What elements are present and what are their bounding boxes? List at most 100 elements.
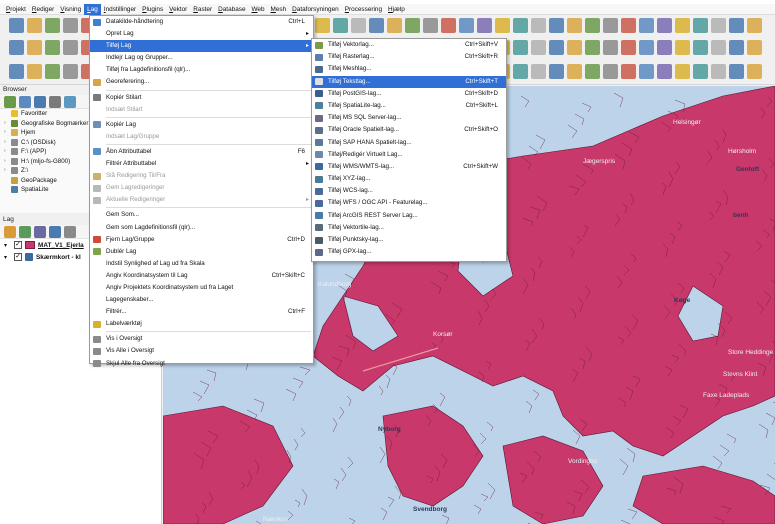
toolbar-button-icon[interactable] (585, 18, 600, 33)
menu-item[interactable]: Vis i Oversigt (90, 333, 313, 345)
toolbar-button-icon[interactable] (675, 64, 690, 79)
menu-1[interactable]: Rediger (29, 4, 57, 15)
toolbar-button-icon[interactable] (549, 64, 564, 79)
toolbar-button-icon[interactable] (459, 18, 474, 33)
layer-visibility-checkbox[interactable]: ✓ (14, 241, 22, 249)
toolbar-button-icon[interactable] (441, 18, 456, 33)
toolbar-button-icon[interactable] (531, 18, 546, 33)
menu-item[interactable]: Fjern Lag/Gruppe Ctrl+D (90, 234, 313, 246)
toolbar-button-icon[interactable] (693, 18, 708, 33)
toolbar-button-icon[interactable] (621, 64, 636, 79)
menu-item[interactable]: Filtrér... Ctrl+F (90, 306, 313, 318)
menu-item[interactable]: Dublér Lag (90, 246, 313, 258)
menu-0[interactable]: Projekt (3, 4, 29, 15)
toolbar-button-icon[interactable] (621, 40, 636, 55)
expand-arrow-icon[interactable]: › (4, 157, 11, 167)
toolbar-button-icon[interactable] (27, 64, 42, 79)
collapse-all-icon[interactable] (49, 96, 61, 108)
toolbar-button-icon[interactable] (45, 18, 60, 33)
menu-item[interactable]: Lagegenskaber... (90, 294, 313, 306)
menu-item[interactable]: Tilføj Meshlag... (312, 63, 506, 75)
menu-item[interactable]: Tilføj Rasterlag... Ctrl+Skift+R (312, 51, 506, 63)
toolbar-button-icon[interactable] (549, 40, 564, 55)
toolbar-button-icon[interactable] (585, 64, 600, 79)
menu-item[interactable]: Tilføj Vektorlag... Ctrl+Skift+V (312, 39, 506, 51)
expand-arrow-icon[interactable]: ▾ (4, 242, 11, 249)
menu-item[interactable]: Indlejr Lag og Grupper... (90, 52, 313, 64)
menu-11[interactable]: Dataforsyningen (289, 4, 342, 15)
menu-item[interactable]: Tilføj GPX-lag... (312, 246, 506, 258)
menu-8[interactable]: Database (215, 4, 248, 15)
menu-item[interactable]: Tilføj SpatiaLite-lag... Ctrl+Skift+L (312, 100, 506, 112)
toolbar-button-icon[interactable] (711, 64, 726, 79)
toolbar-button-icon[interactable] (603, 40, 618, 55)
toolbar-button-icon[interactable] (63, 40, 78, 55)
menu-item[interactable]: Gem Lagredigeringer (90, 182, 313, 194)
toolbar-button-icon[interactable] (423, 18, 438, 33)
toolbar-button-icon[interactable] (693, 64, 708, 79)
menu-item[interactable]: Vis Alle i Oversigt (90, 345, 313, 357)
toolbar-button-icon[interactable] (315, 18, 330, 33)
menu-item[interactable]: Indsæt Stilart (90, 104, 313, 116)
expand-arrow-icon[interactable]: › (4, 138, 11, 148)
menu-item[interactable]: Tilføj MS SQL Server-lag... (312, 112, 506, 124)
toolbar-button-icon[interactable] (747, 64, 762, 79)
toolbar-button-icon[interactable] (729, 64, 744, 79)
menu-item[interactable]: Georeferering... (90, 76, 313, 88)
toolbar-button-icon[interactable] (9, 18, 24, 33)
menu-item[interactable]: Indsæt Lag/Gruppe (90, 131, 313, 143)
menu-item[interactable]: Tilføj Lag ▸ (90, 40, 313, 53)
menu-7[interactable]: Raster (190, 4, 215, 15)
toolbar-button-icon[interactable] (639, 18, 654, 33)
expand-arrow-icon[interactable]: › (4, 166, 11, 176)
menu-item[interactable]: Gem Som... (90, 209, 313, 221)
toolbar-button-icon[interactable] (45, 64, 60, 79)
toolbar-button-icon[interactable] (675, 18, 690, 33)
toolbar-button-icon[interactable] (369, 18, 384, 33)
menu-9[interactable]: Web (249, 4, 268, 15)
toolbar-button-icon[interactable] (711, 18, 726, 33)
toolbar-button-icon[interactable] (45, 40, 60, 55)
menu-item[interactable]: Tilføj Oracle Spatielt-lag... Ctrl+Skift+… (312, 124, 506, 136)
toolbar-button-icon[interactable] (711, 40, 726, 55)
menu-item[interactable]: Åbn Attributtabel F6 (90, 146, 313, 158)
menu-10[interactable]: Mesh (268, 4, 290, 15)
info-icon[interactable] (64, 96, 76, 108)
toolbar-button-icon[interactable] (387, 18, 402, 33)
toolbar-button-icon[interactable] (9, 64, 24, 79)
toolbar-button-icon[interactable] (729, 18, 744, 33)
expand-arrow-icon[interactable]: › (4, 128, 11, 138)
menu-13[interactable]: Hjælp (385, 4, 408, 15)
toolbar-button-icon[interactable] (405, 18, 420, 33)
menu-item[interactable]: Angiv Koordinatsystem til Lag Ctrl+Skift+… (90, 270, 313, 282)
toolbar-button-icon[interactable] (603, 18, 618, 33)
filter-legend-icon[interactable] (49, 226, 61, 238)
menu-item[interactable]: Tilføj Vektortile-lag... (312, 222, 506, 234)
expand-arrow-icon[interactable]: ▾ (4, 254, 11, 261)
toolbar-button-icon[interactable] (585, 40, 600, 55)
menu-item[interactable]: Tilføj SAP HANA Spatielt-lag... (312, 137, 506, 149)
toolbar-button-icon[interactable] (27, 18, 42, 33)
style-icon[interactable] (4, 226, 16, 238)
toolbar-button-icon[interactable] (549, 18, 564, 33)
expand-arrow-icon[interactable]: › (4, 119, 11, 129)
toolbar-button-icon[interactable] (747, 40, 762, 55)
menu-2[interactable]: Visning (57, 4, 84, 15)
visibility-icon[interactable] (34, 226, 46, 238)
toolbar-button-icon[interactable] (603, 64, 618, 79)
menu-item[interactable]: Datakilde-håndtering Ctrl+L (90, 16, 313, 28)
menu-item[interactable]: Gem som Lagdefinitionsfil (qlr)... (90, 222, 313, 234)
refresh-icon[interactable] (19, 96, 31, 108)
menu-item[interactable]: Tilføj WCS-lag... (312, 185, 506, 197)
menu-6[interactable]: Vektor (166, 4, 190, 15)
filter-icon[interactable] (34, 96, 46, 108)
toolbar-button-icon[interactable] (513, 40, 528, 55)
menu-item[interactable]: Indstil Synlighed af Lag ud fra Skala (90, 258, 313, 270)
toolbar-button-icon[interactable] (621, 18, 636, 33)
menu-item[interactable]: Tilføj PostGIS-lag... Ctrl+Skift+D (312, 88, 506, 100)
menu-3[interactable]: Lag (84, 3, 101, 15)
menu-item[interactable]: Tilføj WFS / OGC API - Featurelag... (312, 197, 506, 209)
toolbar-button-icon[interactable] (351, 18, 366, 33)
menu-item[interactable]: Tilføj Punktsky-lag... (312, 234, 506, 246)
menu-item[interactable]: Tilføj/Redigér Virtuelt Lag... (312, 149, 506, 161)
